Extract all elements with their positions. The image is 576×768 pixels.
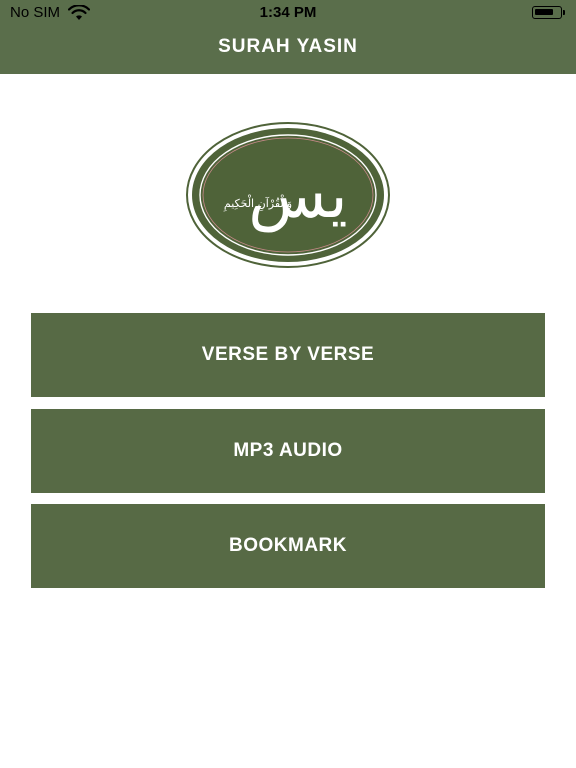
mp3-audio-button[interactable]: MP3 AUDIO bbox=[31, 409, 545, 493]
bookmark-label: BOOKMARK bbox=[229, 535, 347, 556]
status-bar: No SIM 1:34 PM bbox=[0, 0, 576, 26]
navigation-header: No SIM 1:34 PM SURAH YASIN bbox=[0, 0, 576, 74]
logo-calligraphy-main: يس bbox=[248, 159, 347, 233]
verse-by-verse-button[interactable]: VERSE BY VERSE bbox=[31, 313, 545, 397]
logo-calligraphy-sub: وَالْقُرْآنِ الْحَكِيمِ bbox=[223, 195, 292, 213]
battery-icon bbox=[532, 6, 565, 19]
status-time: 1:34 PM bbox=[259, 4, 317, 21]
bookmark-button[interactable]: BOOKMARK bbox=[31, 504, 545, 588]
page-title: SURAH YASIN bbox=[218, 36, 358, 57]
verse-by-verse-label: VERSE BY VERSE bbox=[201, 344, 375, 365]
mp3-audio-label: MP3 AUDIO bbox=[233, 440, 343, 461]
surah-yasin-logo: يس وَالْقُرْآنِ الْحَكِيمِ bbox=[186, 122, 390, 268]
